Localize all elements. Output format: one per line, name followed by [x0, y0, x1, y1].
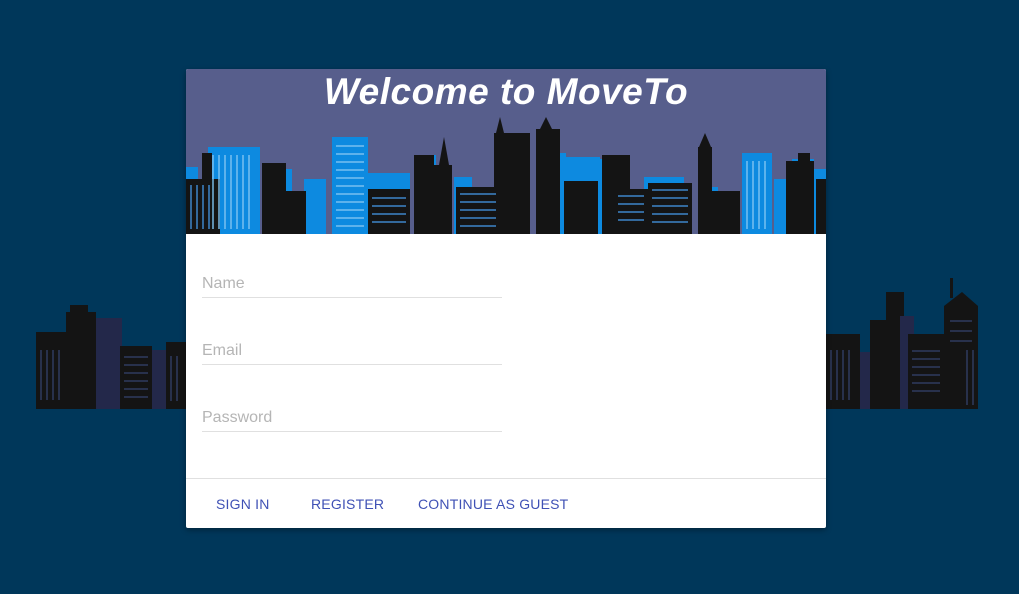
password-field — [202, 401, 502, 432]
banner: Welcome to MoveTo — [186, 69, 826, 234]
register-button[interactable]: REGISTER — [311, 496, 384, 512]
name-field — [202, 267, 502, 298]
banner-title: Welcome to MoveTo — [323, 71, 689, 112]
name-input[interactable] — [202, 275, 502, 293]
sign-in-button[interactable]: SIGN IN — [216, 496, 270, 512]
email-field — [202, 334, 502, 365]
page: Welcome to MoveTo SIGN IN REGISTER CONTI… — [0, 0, 1019, 594]
login-card: Welcome to MoveTo SIGN IN REGISTER CONTI… — [186, 69, 826, 528]
continue-as-guest-button[interactable]: CONTINUE AS GUEST — [418, 496, 568, 512]
card-actions: SIGN IN REGISTER CONTINUE AS GUEST — [186, 478, 826, 528]
password-input[interactable] — [202, 409, 502, 427]
email-input[interactable] — [202, 342, 502, 360]
